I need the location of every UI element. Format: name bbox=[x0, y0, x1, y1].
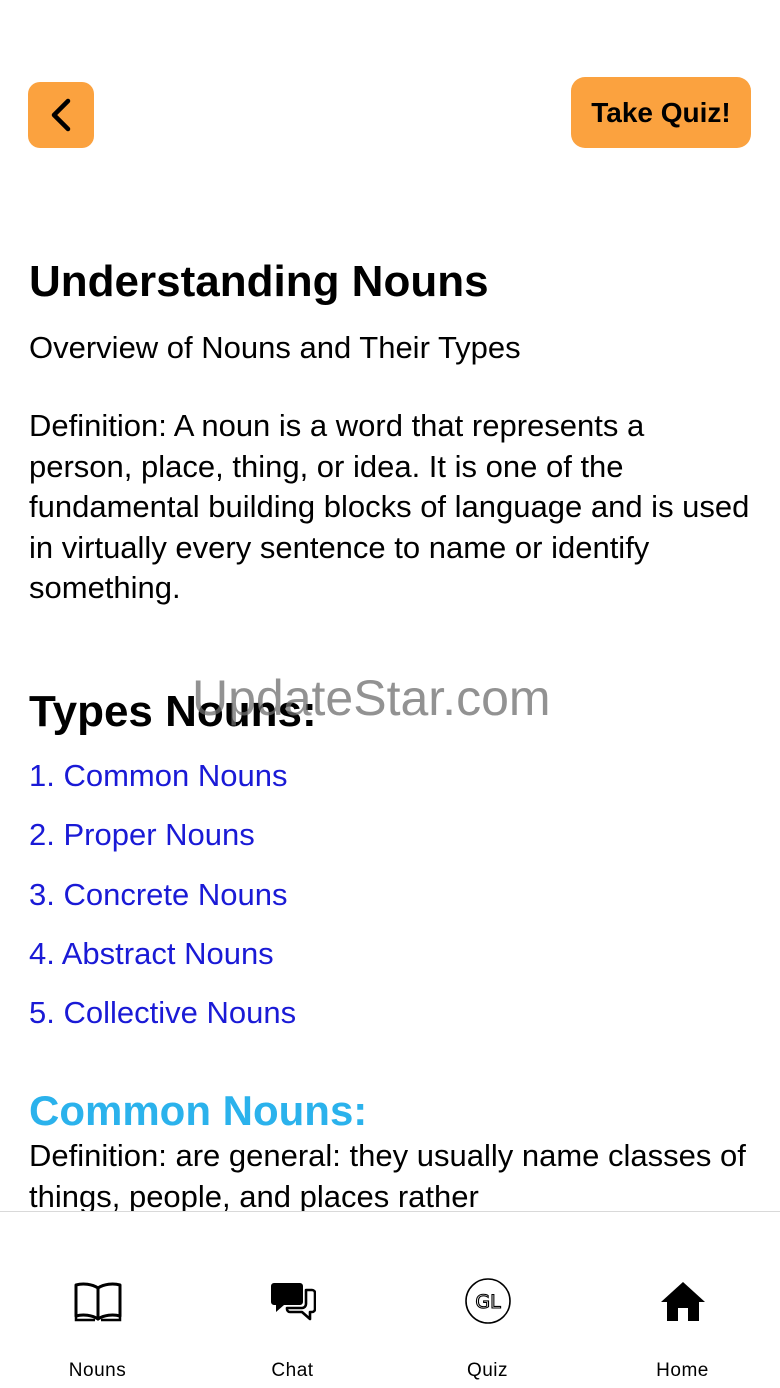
home-icon bbox=[658, 1278, 708, 1324]
take-quiz-button[interactable]: Take Quiz! bbox=[571, 77, 751, 148]
page-subtitle: Overview of Nouns and Their Types bbox=[29, 330, 521, 365]
type-link-concrete-nouns[interactable]: 3. Concrete Nouns bbox=[29, 875, 296, 934]
types-list: 1. Common Nouns 2. Proper Nouns 3. Concr… bbox=[29, 756, 296, 1052]
type-link-proper-nouns[interactable]: 2. Proper Nouns bbox=[29, 815, 296, 874]
types-heading: Types Nouns: bbox=[29, 687, 317, 736]
tab-quiz[interactable]: GL Quiz bbox=[390, 1212, 585, 1388]
svg-text:GL: GL bbox=[475, 1291, 501, 1313]
tab-label-quiz: Quiz bbox=[466, 1360, 509, 1381]
tab-label-home: Home bbox=[656, 1360, 709, 1381]
tab-label-chat: Chat bbox=[271, 1360, 314, 1381]
type-link-collective-nouns[interactable]: 5. Collective Nouns bbox=[29, 993, 296, 1052]
section-body-common-nouns: Definition: are general: they usually na… bbox=[29, 1138, 746, 1214]
tab-nouns[interactable]: Nouns bbox=[0, 1212, 195, 1388]
book-icon bbox=[73, 1278, 123, 1324]
noun-definition: Definition: A noun is a word that repres… bbox=[29, 408, 750, 605]
section-heading-common-nouns: Common Nouns: bbox=[29, 1087, 368, 1134]
type-link-abstract-nouns[interactable]: 4. Abstract Nouns bbox=[29, 934, 296, 993]
bottom-tab-bar: Nouns Chat GL Quiz Home bbox=[0, 1211, 780, 1388]
chat-icon bbox=[268, 1278, 318, 1324]
type-link-common-nouns[interactable]: 1. Common Nouns bbox=[29, 756, 296, 815]
tab-home[interactable]: Home bbox=[585, 1212, 780, 1388]
tab-label-nouns: Nouns bbox=[68, 1360, 127, 1381]
page-title: Understanding Nouns bbox=[29, 257, 489, 306]
tab-chat[interactable]: Chat bbox=[195, 1212, 390, 1388]
chevron-left-icon bbox=[51, 98, 71, 132]
gl-badge-icon: GL bbox=[463, 1278, 513, 1324]
back-button[interactable] bbox=[28, 82, 94, 148]
